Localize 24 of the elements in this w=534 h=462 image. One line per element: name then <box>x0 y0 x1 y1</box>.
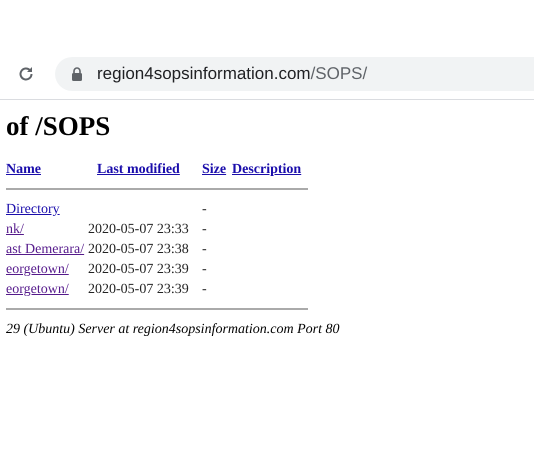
date-cell-text: 2020-05-07 23:39 <box>88 282 190 298</box>
address-bar[interactable]: region4sopsinformation.com/SOPS/ <box>55 57 534 91</box>
date-cell-text: 2020-05-07 23:38 <box>88 242 190 258</box>
reload-icon[interactable] <box>17 65 35 83</box>
size-cell-text: - <box>202 282 208 298</box>
page-heading: of /SOPS <box>6 111 112 142</box>
file-link[interactable]: ast Demerara/ <box>6 242 88 258</box>
file-link[interactable]: nk/ <box>6 222 88 238</box>
column-header-link[interactable]: Name <box>6 162 88 178</box>
size-cell-text: - <box>202 242 208 258</box>
size-cell-text: - <box>202 262 208 278</box>
column-header-link[interactable]: Size <box>202 162 232 178</box>
date-cell-text: 2020-05-07 23:33 <box>88 222 190 238</box>
file-link[interactable]: eorgetown/ <box>6 262 88 278</box>
file-link[interactable]: Directory <box>6 202 88 218</box>
size-cell-text: - <box>202 202 208 218</box>
lock-icon <box>71 67 83 81</box>
server-signature: 29 (Ubuntu) Server at region4sopsinformation.com Port 80 <box>6 322 341 338</box>
column-header-link[interactable]: Last modified <box>88 162 202 178</box>
size-cell-text: - <box>202 222 208 238</box>
column-header-link[interactable]: Description <box>232 162 308 178</box>
url-text: region4sopsinformation.com/SOPS/ <box>97 64 368 84</box>
file-link[interactable]: eorgetown/ <box>6 282 88 298</box>
date-cell-text: 2020-05-07 23:39 <box>88 262 190 278</box>
